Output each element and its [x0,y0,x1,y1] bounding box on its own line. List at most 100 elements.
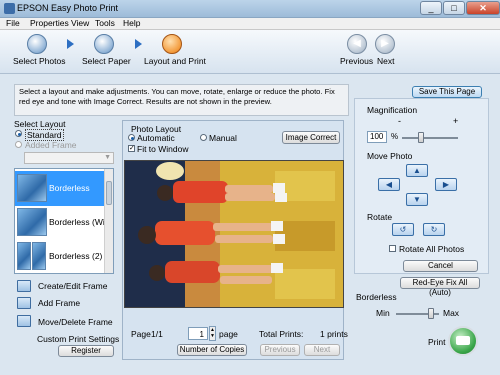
layout-thumbnail [17,174,47,202]
custom-settings-label: Custom Print Settings [37,334,120,344]
register-button[interactable]: Register [58,345,114,357]
layout-thumbnail [17,242,31,270]
magnification-label: Magnification [367,105,418,115]
add-frame-link[interactable]: Add Frame [38,298,80,308]
page-spinner[interactable]: 1 [188,327,208,340]
cancel-button[interactable]: Cancel [403,260,478,272]
title-bar: EPSON Easy Photo Print _ □ ✕ [0,0,500,18]
move-frame-icon[interactable] [17,315,31,327]
step-layout-and-print[interactable]: Layout and Print [144,56,206,66]
menu-view[interactable]: View [71,18,89,28]
arrow-right-icon [67,39,74,49]
list-item[interactable]: Borderless (With [15,205,113,240]
menu-properties[interactable]: Properties [30,18,69,28]
move-down-icon[interactable]: ▼ [406,193,428,206]
print-button[interactable] [448,326,478,356]
list-item-label: Borderless [49,183,90,193]
total-prints-value: 1 prints [320,329,348,339]
total-prints-label: Total Prints: [259,329,304,339]
borderless-min-label: Min [376,308,390,318]
layout-thumbnail [17,208,47,236]
page-value: 1/1 [151,329,163,339]
step-select-paper[interactable]: Select Paper [82,56,131,66]
zoom-plus-label: + [453,116,459,126]
zoom-slider-thumb[interactable] [418,132,424,143]
menu-file[interactable]: File [6,18,20,28]
page-suffix: page [219,329,238,339]
standard-radio[interactable] [15,130,22,137]
rotate-label: Rotate [367,212,393,222]
fit-window-label[interactable]: Fit to Window [137,144,189,154]
next-step-button[interactable]: Next [377,56,394,66]
number-of-copies-button[interactable]: Number of Copies [177,344,247,356]
scrollbar-thumb[interactable] [106,181,112,205]
added-frame-radio[interactable] [15,141,22,148]
arrow-right-icon [135,39,142,49]
printer-icon [456,336,470,345]
automatic-label[interactable]: Automatic [137,133,175,143]
previous-page-button[interactable]: Previous [260,344,300,356]
volleyball-photo [125,161,343,307]
manual-label[interactable]: Manual [209,133,237,143]
zoom-input[interactable]: 100 [367,131,387,143]
automatic-radio[interactable] [128,134,135,141]
zoom-minus-label: - [398,116,401,126]
previous-step-button[interactable]: Previous [340,56,373,66]
close-button[interactable]: ✕ [466,1,500,15]
rotate-all-label[interactable]: Rotate All Photos [399,244,464,254]
create-frame-icon[interactable] [17,280,31,292]
move-up-icon[interactable]: ▲ [406,164,428,177]
list-item[interactable]: Borderless (2) [15,239,113,273]
maximize-button[interactable]: □ [443,1,465,15]
previous-icon[interactable]: ◀ [347,34,367,54]
layout-step-icon[interactable] [162,34,182,54]
manual-radio[interactable] [200,134,207,141]
move-photo-label: Move Photo [367,151,413,161]
add-frame-icon[interactable] [17,297,31,309]
list-item-label: Borderless (With [49,217,112,227]
move-right-icon[interactable]: ▶ [435,178,457,191]
menu-bar: File Properties View Tools Help [0,18,500,30]
page-label: Page [131,329,151,339]
move-left-icon[interactable]: ◀ [378,178,400,191]
move-delete-frame-link[interactable]: Move/Delete Frame [38,317,113,327]
page-spinner-value: 1 [199,330,204,339]
borderless-label: Borderless [356,292,397,302]
added-frame-label[interactable]: Added Frame [25,140,77,150]
instructions-text: Select a layout and make adjustments. Yo… [14,84,349,116]
create-edit-frame-link[interactable]: Create/Edit Frame [38,281,107,291]
menu-tools[interactable]: Tools [95,18,115,28]
step-toolbar: Select Photos Select Paper Layout and Pr… [0,30,500,74]
spinner-arrows-icon[interactable]: ▲ ▼ [209,326,216,341]
minimize-button[interactable]: _ [420,1,442,15]
layout-list[interactable]: Borderless Borderless (With Borderless (… [14,168,114,274]
select-layout-label: Select Layout [14,119,66,129]
print-label: Print [428,337,446,347]
borderless-slider-thumb[interactable] [428,308,434,319]
app-icon [4,3,15,14]
photo-preview[interactable] [124,160,344,308]
fit-window-checkbox[interactable]: ✓ [128,145,135,152]
layout-thumbnail [32,242,46,270]
borderless-max-label: Max [443,308,460,318]
next-page-button[interactable]: Next [304,344,340,356]
list-item-label: Borderless (2) [49,251,103,261]
list-item[interactable]: Borderless [15,171,113,206]
window-title: EPSON Easy Photo Print [17,3,119,13]
chevron-down-icon: ▼ [104,154,111,161]
step-select-photos[interactable]: Select Photos [13,56,65,66]
next-icon[interactable]: ▶ [375,34,395,54]
rotate-all-checkbox[interactable] [389,245,396,252]
rotate-right-icon[interactable]: ↻ [423,223,445,236]
zoom-slider-track[interactable] [402,137,458,139]
frame-dropdown[interactable]: ▼ [24,152,114,164]
paper-step-icon[interactable] [94,34,114,54]
menu-help[interactable]: Help [123,18,140,28]
photos-step-icon[interactable] [27,34,47,54]
save-page-button[interactable]: Save This Page [412,86,482,98]
red-eye-fix-button[interactable]: Red-Eye Fix All (Auto) [400,277,480,297]
rotate-left-icon[interactable]: ↺ [392,223,414,236]
layout-scrollbar[interactable] [104,169,113,273]
image-correct-button[interactable]: Image Correct [282,131,340,144]
zoom-unit: % [391,132,399,141]
